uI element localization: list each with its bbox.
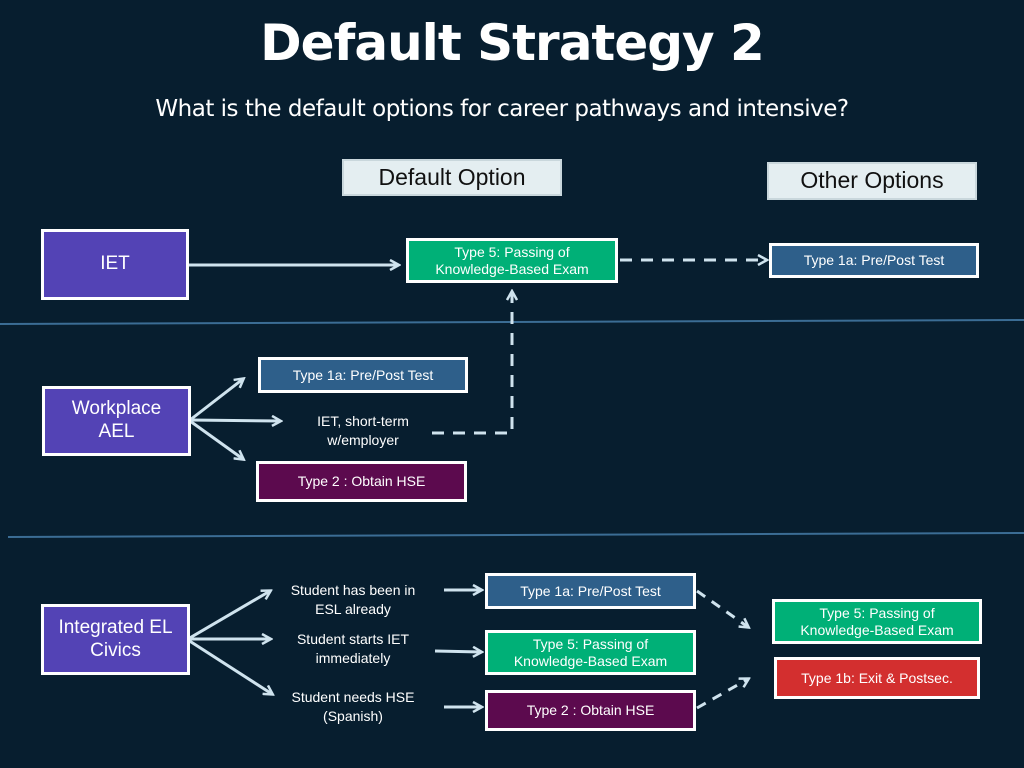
arrow-elcivics-to-cond1	[187, 591, 270, 641]
elcivics-other-type5-box: Type 5: Passing of Knowledge-Based Exam	[772, 599, 982, 644]
elcivics-condition-hse: Student needs HSE (Spanish)	[291, 689, 415, 724]
elcivics-default-type5-label: Type 5: Passing of Knowledge-Based Exam	[513, 635, 668, 669]
arrow-workplace-to-type2	[189, 419, 243, 459]
workplace-source-label: Workplace AEL	[71, 398, 162, 442]
elcivics-default-type5-box: Type 5: Passing of Knowledge-Based Exam	[485, 630, 696, 675]
workplace-type1a-box: Type 1a: Pre/Post Test	[258, 357, 468, 393]
other-options-label: Other Options	[800, 167, 944, 194]
elcivics-default-type1a-label: Type 1a: Pre/Post Test	[520, 582, 661, 599]
default-option-label: Default Option	[378, 163, 526, 190]
elcivics-condition-esl: Student has been in ESL already	[290, 582, 416, 617]
arrow-default3-to-other	[696, 679, 748, 710]
workplace-type2-label: Type 2 : Obtain HSE	[297, 473, 426, 490]
elcivics-condition-iet: Student starts IET immediately	[296, 631, 410, 666]
section-divider-2	[7, 532, 1024, 538]
elcivics-other-type5-label: Type 5: Passing of Knowledge-Based Exam	[800, 604, 954, 638]
other-options-header: Other Options	[767, 162, 977, 200]
arrow-cond2-to-default2	[434, 651, 481, 652]
iet-default-option-box: Type 5: Passing of Knowledge-Based Exam	[406, 238, 618, 283]
elcivics-other-type1b-label: Type 1b: Exit & Postsec.	[801, 669, 953, 686]
iet-other-option-box: Type 1a: Pre/Post Test	[769, 243, 979, 278]
arrow-workplace-to-type1a	[189, 379, 243, 422]
elcivics-source-label: Integrated EL Civics	[58, 616, 173, 661]
elcivics-source-box: Integrated EL Civics	[41, 604, 190, 675]
workplace-iet-short-term-text: IET, short-term w/employer	[317, 413, 409, 448]
default-option-header: Default Option	[342, 159, 562, 196]
workplace-type2-box: Type 2 : Obtain HSE	[256, 461, 467, 502]
iet-other-option-label: Type 1a: Pre/Post Test	[803, 252, 945, 269]
elcivics-default-type2-label: Type 2 : Obtain HSE	[526, 702, 655, 719]
arrow-elcivics-to-cond3	[187, 638, 272, 694]
arrow-default1-to-other	[696, 589, 748, 627]
iet-source-box: IET	[41, 229, 189, 300]
elcivics-default-type1a-box: Type 1a: Pre/Post Test	[485, 573, 696, 609]
workplace-source-box: Workplace AEL	[42, 386, 191, 456]
workplace-type1a-label: Type 1a: Pre/Post Test	[292, 366, 434, 383]
iet-source-label: IET	[100, 253, 130, 275]
elcivics-default-type2-box: Type 2 : Obtain HSE	[485, 690, 696, 731]
arrow-workplace-to-iet	[189, 420, 280, 421]
elcivics-other-type1b-box: Type 1b: Exit & Postsec.	[774, 657, 980, 699]
iet-default-option-label: Type 5: Passing of Knowledge-Based Exam	[435, 243, 589, 277]
